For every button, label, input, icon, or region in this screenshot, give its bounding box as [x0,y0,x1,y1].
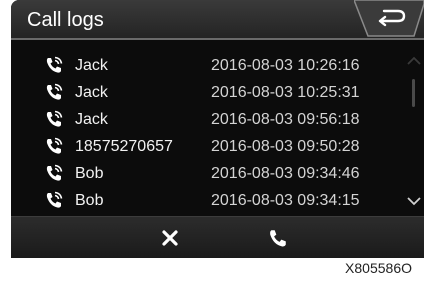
phone-icon [270,230,286,247]
call-log-row[interactable]: Bob 2016-08-03 09:34:46 [11,160,407,187]
call-log-row[interactable]: Bob 2016-08-03 09:34:15 [11,187,407,214]
call-timestamp: 2016-08-03 09:56:18 [211,111,360,128]
back-button[interactable] [354,0,424,38]
page-title: Call logs [27,9,104,31]
chevron-up-icon[interactable] [405,55,423,67]
call-log-row[interactable]: Jack 2016-08-03 10:26:16 [11,52,407,79]
call-timestamp: 2016-08-03 10:26:16 [211,57,360,74]
caller-name: Jack [75,111,108,128]
phone-call-icon [46,164,63,181]
caller-name: Jack [75,57,108,74]
call-log-row[interactable]: Jack 2016-08-03 09:56:18 [11,106,407,133]
phone-call-icon [46,56,63,73]
phone-call-icon [46,83,63,100]
caller-name: Bob [75,192,104,209]
scrollbar-thumb[interactable] [412,79,415,107]
caller-name: Bob [75,165,104,182]
call-button[interactable] [258,223,298,253]
call-log-row[interactable]: Jack 2016-08-03 10:25:31 [11,79,407,106]
scrollbar[interactable] [405,55,423,215]
close-icon [162,230,178,246]
phone-call-icon [46,191,63,208]
call-log-list: Jack 2016-08-03 10:26:16 Jack 2016-08-03 10… [11,52,407,214]
back-arrow-icon [354,0,424,37]
bottom-toolbar [11,216,424,258]
chevron-down-icon[interactable] [405,195,423,207]
call-timestamp: 2016-08-03 09:34:46 [211,165,360,182]
caller-name: 18575270657 [75,138,173,155]
infotainment-screen: Call logs Jack 2016-08-03 10:26:16 Jack 201… [11,0,424,258]
caller-name: Jack [75,84,108,101]
header-bar: Call logs [11,0,424,40]
call-timestamp: 2016-08-03 10:25:31 [211,84,360,101]
figure-code: X805586O [345,260,412,276]
phone-call-icon [46,110,63,127]
call-timestamp: 2016-08-03 09:34:15 [211,192,360,209]
delete-button[interactable] [150,223,190,253]
phone-call-icon [46,137,63,154]
call-log-row[interactable]: 18575270657 2016-08-03 09:50:28 [11,133,407,160]
call-timestamp: 2016-08-03 09:50:28 [211,138,360,155]
